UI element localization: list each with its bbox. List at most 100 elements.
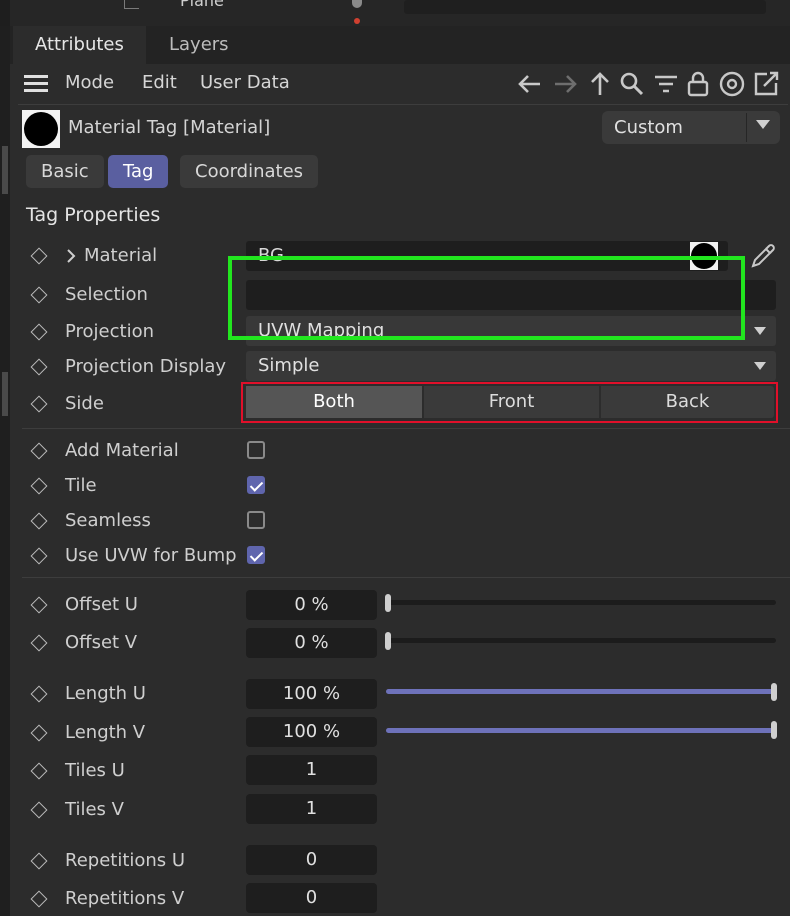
length-v-slider-track[interactable] (386, 728, 776, 733)
offset-v-label: Offset V (65, 632, 138, 653)
keyframe-diamond-icon[interactable] (30, 395, 48, 413)
keyframe-diamond-icon[interactable] (30, 512, 48, 530)
keyframe-diamond-icon[interactable] (30, 442, 48, 460)
length-v-input[interactable]: 100 % (246, 717, 377, 747)
keyframe-diamond-icon[interactable] (30, 596, 48, 614)
offset-u-input[interactable]: 0 % (246, 590, 377, 620)
tab-coordinates[interactable]: Coordinates (180, 155, 319, 188)
repetitions-u-input[interactable]: 0 (246, 845, 377, 875)
offset-u-slider-handle[interactable] (385, 594, 391, 612)
projection-display-label: Projection Display (65, 356, 227, 377)
add-material-label: Add Material (65, 440, 179, 461)
chevron-down-icon (756, 120, 770, 129)
selection-label: Selection (65, 284, 148, 305)
length-u-input[interactable]: 100 % (246, 679, 377, 709)
left-gutter (0, 26, 10, 916)
tiles-v-input[interactable]: 1 (246, 794, 377, 824)
strip-left-bar (0, 0, 10, 26)
seamless-label: Seamless (65, 510, 151, 531)
target-icon[interactable] (718, 70, 746, 98)
material-preview (22, 110, 60, 148)
repetitions-u-label: Repetitions U (65, 850, 186, 871)
keyframe-diamond-icon[interactable] (30, 762, 48, 780)
projection-display-value: Simple (258, 355, 320, 376)
preset-dropdown[interactable]: Custom (602, 111, 780, 144)
offset-v-input[interactable]: 0 % (246, 628, 377, 658)
projection-display-dropdown[interactable]: Simple (246, 351, 776, 381)
keyframe-diamond-icon[interactable] (30, 358, 48, 376)
repetitions-v-label: Repetitions V (65, 888, 185, 909)
panel-tab-bar: Attributes Layers (10, 26, 790, 64)
length-v-slider-handle[interactable] (771, 721, 777, 739)
object-title: Material Tag [Material] (68, 117, 271, 138)
search-icon[interactable] (618, 70, 646, 98)
length-u-label: Length U (65, 683, 146, 704)
tree-line (124, 0, 139, 9)
tiles-v-label: Tiles V (65, 799, 124, 820)
material-sphere-icon (24, 112, 58, 146)
keyframe-diamond-icon[interactable] (30, 477, 48, 495)
hamburger-menu-icon[interactable] (24, 75, 48, 93)
object-label[interactable]: Plane (180, 0, 224, 10)
seamless-checkbox[interactable] (247, 511, 265, 529)
material-label: Material (84, 245, 158, 266)
eyedropper-icon[interactable] (749, 242, 777, 270)
tiles-u-input[interactable]: 1 (246, 755, 377, 785)
use-uvw-bump-label: Use UVW for Bump (65, 545, 237, 566)
keyframe-diamond-icon[interactable] (30, 323, 48, 341)
offset-v-slider-handle[interactable] (385, 632, 391, 650)
gutter-mark (2, 146, 8, 194)
gutter-mark (2, 372, 8, 416)
projection-label: Projection (65, 321, 155, 342)
tile-checkbox[interactable] (247, 476, 265, 494)
expand-chevron-icon[interactable] (66, 248, 76, 264)
object-manager-strip: Plane (0, 0, 790, 26)
keyframe-diamond-icon[interactable] (30, 547, 48, 565)
tag-field (404, 0, 766, 14)
keyframe-diamond-icon[interactable] (30, 286, 48, 304)
forward-arrow-icon[interactable] (551, 70, 579, 98)
tab-basic[interactable]: Basic (26, 155, 104, 188)
add-material-checkbox[interactable] (247, 441, 265, 459)
highlight-box-green (228, 256, 745, 340)
filter-icon[interactable] (652, 70, 680, 98)
section-title: Tag Properties (26, 204, 161, 226)
offset-v-slider-track[interactable] (386, 638, 776, 643)
offset-u-slider-track[interactable] (386, 600, 776, 605)
back-arrow-icon[interactable] (516, 70, 544, 98)
keyframe-diamond-icon[interactable] (30, 634, 48, 652)
tab-attributes[interactable]: Attributes (13, 26, 146, 64)
group-divider (22, 577, 790, 578)
menu-divider (18, 104, 788, 105)
tab-layers[interactable]: Layers (147, 26, 251, 64)
preset-separator (746, 113, 747, 142)
use-uvw-bump-checkbox[interactable] (247, 546, 265, 564)
up-arrow-icon[interactable] (586, 70, 614, 98)
keyframe-diamond-icon[interactable] (30, 247, 48, 265)
menu-edit[interactable]: Edit (142, 72, 177, 93)
offset-u-label: Offset U (65, 594, 138, 615)
tab-tag[interactable]: Tag (108, 155, 169, 188)
side-label: Side (65, 393, 104, 414)
keyframe-diamond-icon[interactable] (30, 852, 48, 870)
menu-user-data[interactable]: User Data (200, 72, 290, 93)
lock-icon[interactable] (684, 70, 712, 98)
preset-label: Custom (614, 117, 683, 138)
tile-label: Tile (65, 475, 97, 496)
menu-mode[interactable]: Mode (65, 72, 114, 93)
keyframe-diamond-icon[interactable] (30, 890, 48, 908)
chevron-down-icon (754, 362, 766, 370)
render-dot-icon[interactable] (354, 18, 360, 24)
group-divider (22, 428, 790, 429)
new-window-icon[interactable] (752, 70, 780, 98)
menu-bar: Mode Edit User Data (10, 64, 790, 104)
keyframe-diamond-icon[interactable] (30, 724, 48, 742)
visibility-dot-icon[interactable] (352, 0, 362, 8)
tiles-u-label: Tiles U (65, 760, 125, 781)
length-u-slider-handle[interactable] (771, 683, 777, 701)
keyframe-diamond-icon[interactable] (30, 685, 48, 703)
keyframe-diamond-icon[interactable] (30, 801, 48, 819)
repetitions-v-input[interactable]: 0 (246, 883, 377, 913)
highlight-box-red (241, 382, 778, 423)
length-u-slider-track[interactable] (386, 689, 776, 694)
